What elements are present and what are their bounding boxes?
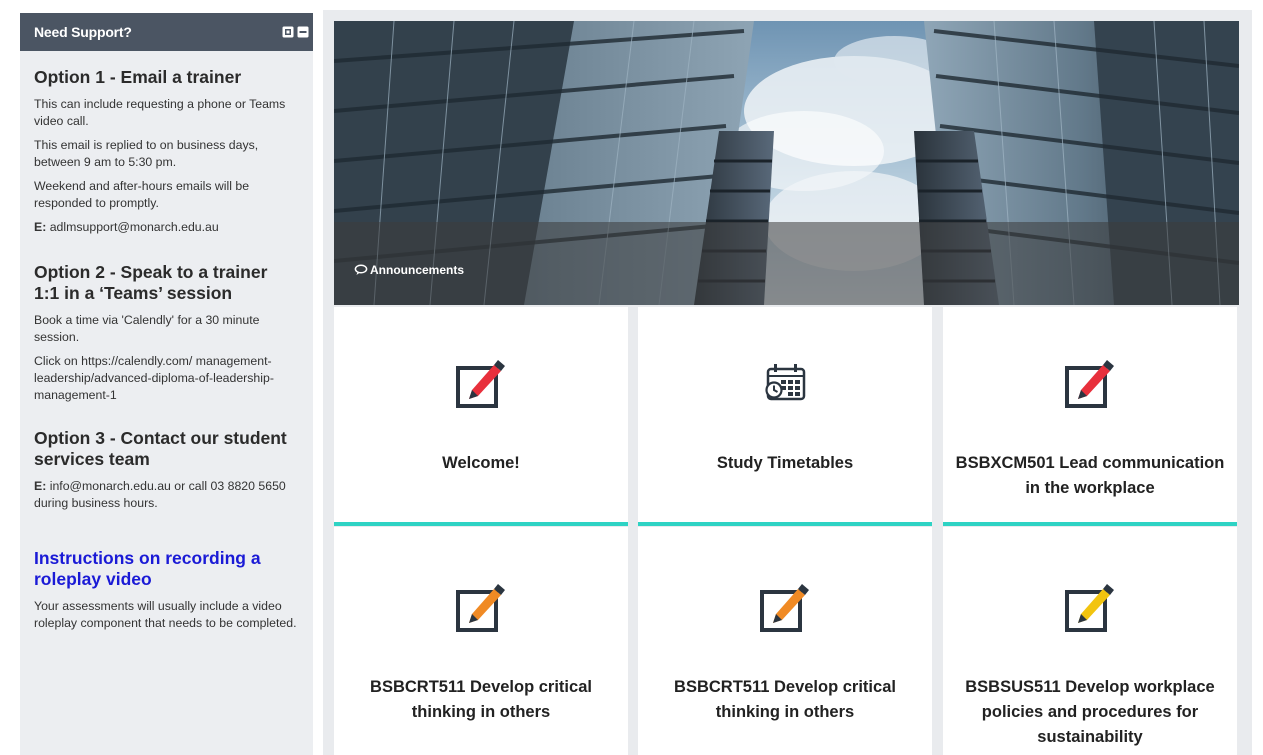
banner-overlay: [334, 222, 1239, 305]
email-prefix: E:: [34, 220, 47, 234]
tile-bsbcrt511-b[interactable]: BSBCRT511 Develop critical thinking in o…: [638, 527, 932, 755]
announcements-link[interactable]: Announcements: [354, 263, 464, 277]
option-1-text-2: This email is replied to on business day…: [34, 138, 259, 169]
tile-label: Study Timetables: [716, 454, 854, 472]
option-2-text-2: Click on https://calendly.com/ managemen…: [34, 354, 274, 402]
edit-icon: [456, 584, 505, 632]
option-3-text: E: info@monarch.edu.au or call 03 8820 5…: [34, 478, 297, 512]
email-prefix: E:: [34, 479, 47, 493]
support-title: Need Support?: [34, 24, 132, 40]
option-1-text-1: This can include requesting a phone or T…: [34, 97, 286, 128]
instructions-text: Your assessments will usually include a …: [34, 599, 297, 630]
tile-label: Welcome!: [442, 454, 520, 472]
tile-label: BSBSUS511 Develop workplace policies and…: [965, 678, 1215, 746]
collapse-icon[interactable]: [297, 26, 309, 38]
roleplay-instructions-link[interactable]: Instructions on recording a roleplay vid…: [34, 548, 297, 590]
header-icons: [282, 26, 309, 38]
tile-bsbcrt511-a[interactable]: BSBCRT511 Develop critical thinking in o…: [334, 527, 628, 755]
announcements-label: Announcements: [370, 263, 465, 277]
option-2-heading: Option 2 - Speak to a trainer 1:1 in a ‘…: [34, 262, 268, 303]
support-email: adlmsupport@monarch.edu.au: [46, 220, 219, 234]
option-1-heading: Option 1 - Email a trainer: [34, 67, 242, 87]
tile-label: BSBXCM501 Lead communication in the work…: [955, 454, 1225, 497]
option-3-heading: Option 3 - Contact our student services …: [34, 428, 287, 469]
edit-icon: [1065, 360, 1114, 408]
announcements-banner[interactable]: Announcements: [334, 21, 1239, 305]
option-2-section: Option 2 - Speak to a trainer 1:1 in a ‘…: [34, 262, 297, 404]
calendar-icon: [765, 364, 806, 401]
dock-icon[interactable]: [282, 26, 294, 38]
tile-bsbxcm501[interactable]: BSBXCM501 Lead communication in the work…: [943, 307, 1237, 526]
tile-study-timetables[interactable]: Study Timetables: [638, 307, 932, 526]
tile-bsbsus511[interactable]: BSBSUS511 Develop workplace policies and…: [943, 527, 1237, 755]
tile-label: BSBCRT511 Develop critical thinking in o…: [370, 678, 592, 721]
edit-icon: [456, 360, 505, 408]
support-block: Need Support? Option 1 - Email a trainer…: [20, 13, 313, 755]
page: Need Support? Option 1 - Email a trainer…: [0, 0, 1263, 755]
edit-icon: [1065, 584, 1114, 632]
chat-bubble-icon: [354, 264, 368, 275]
instructions-section: Instructions on recording a roleplay vid…: [34, 548, 297, 632]
option-1-text-3: Weekend and after-hours emails will be r…: [34, 179, 250, 210]
tile-welcome[interactable]: Welcome!: [334, 307, 628, 526]
option-1-section: Option 1 - Email a trainer This can incl…: [34, 67, 297, 236]
option-2-text-1: Book a time via 'Calendly' for a 30 minu…: [34, 313, 260, 344]
option-3-section: Option 3 - Contact our student services …: [34, 428, 297, 512]
option-1-email: E: adlmsupport@monarch.edu.au: [34, 219, 297, 236]
support-body: Option 1 - Email a trainer This can incl…: [20, 51, 313, 632]
course-tiles-area: Announcements Welcome! Study Timetables …: [323, 10, 1252, 755]
tile-label: BSBCRT511 Develop critical thinking in o…: [674, 678, 896, 721]
support-header: Need Support?: [20, 13, 313, 51]
edit-icon: [760, 584, 809, 632]
student-services-contact: info@monarch.edu.au or call 03 8820 5650…: [34, 479, 286, 510]
